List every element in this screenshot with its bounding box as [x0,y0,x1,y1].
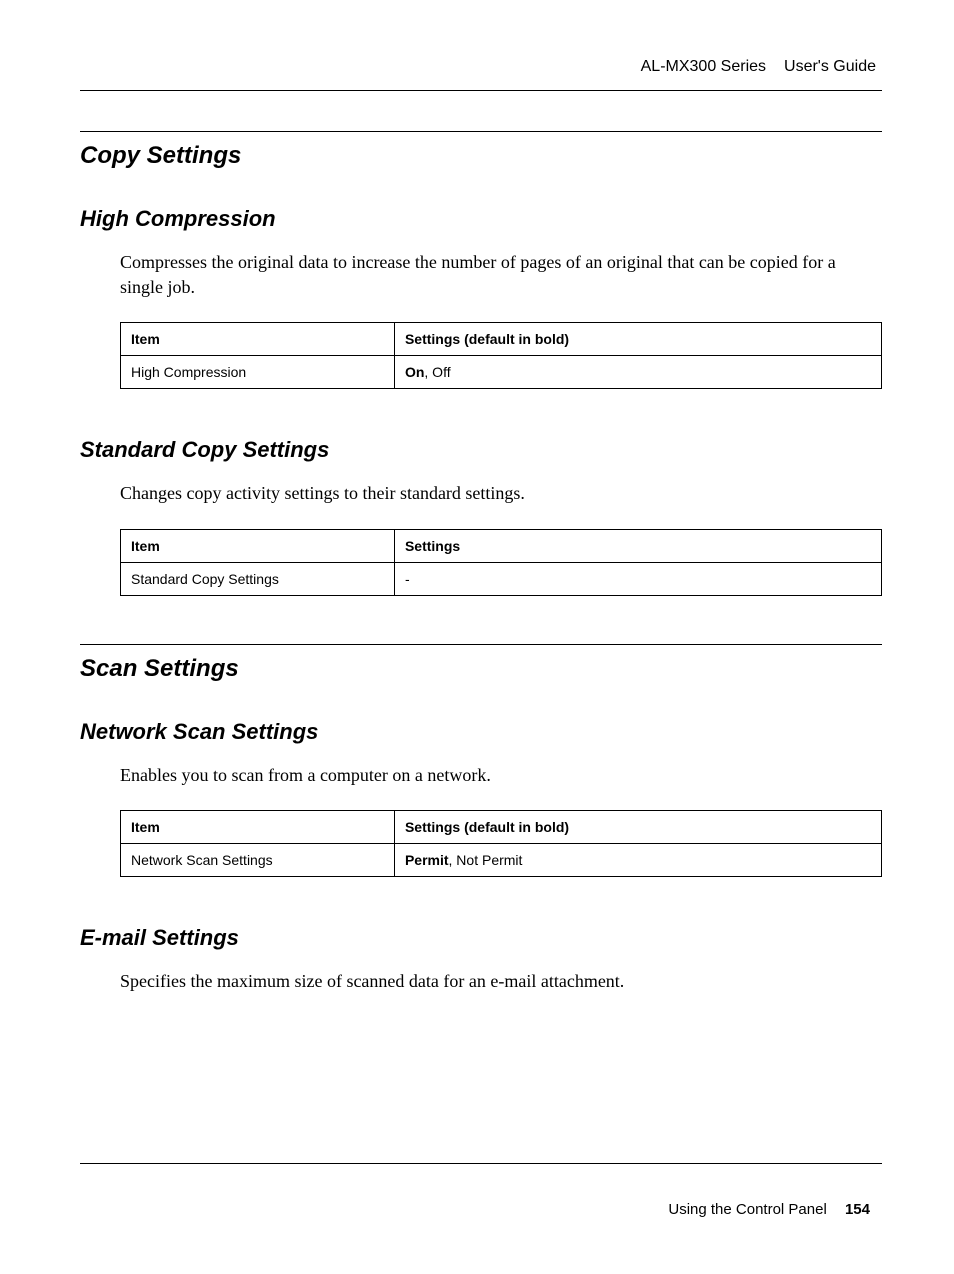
standard-copy-description: Changes copy activity settings to their … [120,481,882,506]
table-header-settings: Settings [394,529,881,562]
default-value: On [405,364,424,380]
table-header-item: Item [121,529,395,562]
subsection-email-settings-title: E-mail Settings [80,925,882,951]
table-cell-settings: On, Off [394,356,881,389]
table-row: Network Scan Settings Permit, Not Permit [121,843,882,876]
section-copy-settings-title: Copy Settings [80,131,882,170]
table-row: High Compression On, Off [121,356,882,389]
subsection-standard-copy-title: Standard Copy Settings [80,437,882,463]
table-cell-item: Network Scan Settings [121,843,395,876]
subsection-high-compression-title: High Compression [80,206,882,232]
table-cell-item: High Compression [121,356,395,389]
table-header-settings: Settings (default in bold) [394,323,881,356]
page-content: Copy Settings High Compression Compresse… [80,91,882,994]
other-values: , Off [424,364,450,380]
footer-chapter: Using the Control Panel [668,1201,826,1218]
table-header-settings: Settings (default in bold) [394,810,881,843]
page-footer: Using the Control Panel 154 [668,1201,870,1218]
table-header-item: Item [121,810,395,843]
standard-copy-table: Item Settings Standard Copy Settings - [120,529,882,596]
high-compression-table: Item Settings (default in bold) High Com… [120,322,882,389]
table-cell-settings: - [394,562,881,595]
other-values: , Not Permit [449,852,523,868]
doc-type: User's Guide [784,58,876,75]
subsection-network-scan-title: Network Scan Settings [80,719,882,745]
high-compression-description: Compresses the original data to increase… [120,250,882,300]
page-header: AL-MX300 Series User's Guide [80,58,882,91]
default-value: Permit [405,852,449,868]
email-settings-description: Specifies the maximum size of scanned da… [120,969,882,994]
network-scan-description: Enables you to scan from a computer on a… [120,763,882,788]
footer-rule [80,1163,882,1164]
table-header-row: Item Settings (default in bold) [121,323,882,356]
table-header-item: Item [121,323,395,356]
table-header-row: Item Settings [121,529,882,562]
table-cell-settings: Permit, Not Permit [394,843,881,876]
table-cell-item: Standard Copy Settings [121,562,395,595]
network-scan-table: Item Settings (default in bold) Network … [120,810,882,877]
section-scan-settings-title: Scan Settings [80,644,882,683]
footer-page-number: 154 [845,1201,870,1218]
table-header-row: Item Settings (default in bold) [121,810,882,843]
table-row: Standard Copy Settings - [121,562,882,595]
product-name: AL-MX300 Series [641,58,766,75]
